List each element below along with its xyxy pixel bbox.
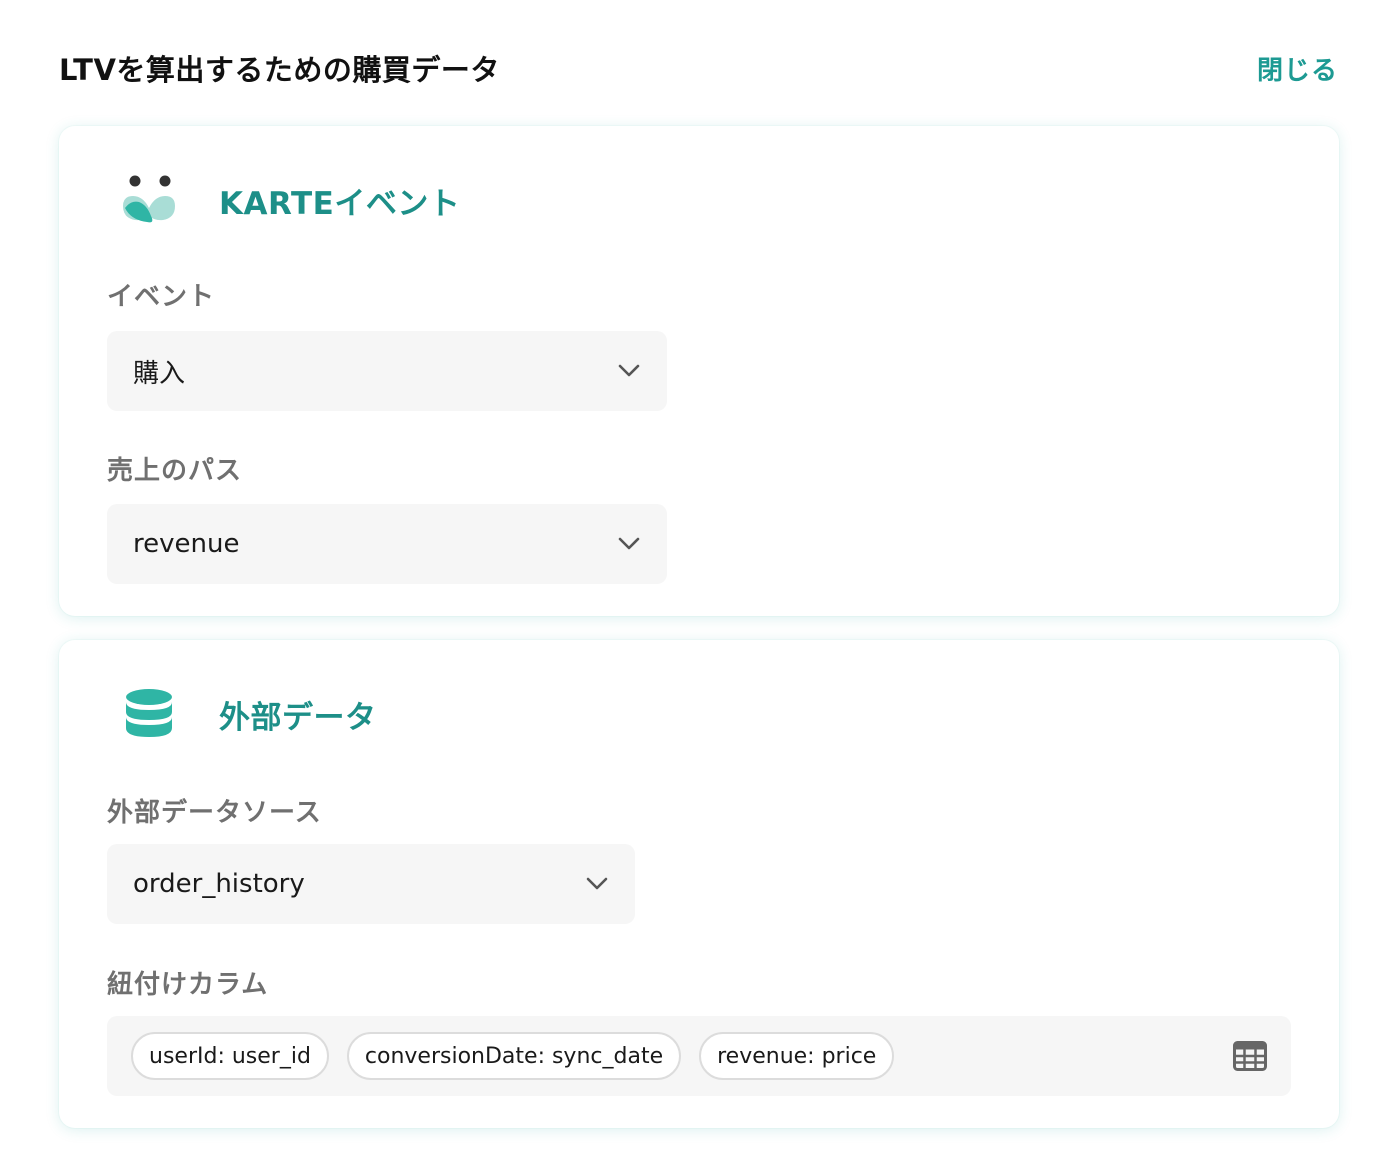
chevron-down-icon [585,872,609,896]
panel-header: LTVを算出するための購買データ 閉じる [59,40,1338,96]
table-icon[interactable] [1233,1041,1267,1071]
revenue-path-select-value: revenue [133,529,240,559]
revenue-path-label: 売上のパス [107,456,243,486]
external-section-title: 外部データ [219,699,377,736]
chevron-down-icon [617,359,641,383]
event-select-value: 購入 [133,358,186,389]
column-chip[interactable]: revenue: price [699,1032,895,1080]
event-label: イベント [107,282,216,312]
close-button[interactable]: 閉じる [1257,50,1338,87]
source-label: 外部データソース [107,798,322,828]
column-chip[interactable]: conversionDate: sync_date [346,1032,682,1080]
revenue-path-select[interactable]: revenue [107,504,667,584]
external-data-card: 外部データ 外部データソース order_history 紐付けカラム user… [59,640,1339,1128]
karte-logo-icon [121,172,177,228]
karte-event-card: KARTEイベント イベント 購入 売上のパス revenue [59,126,1339,616]
event-select[interactable]: 購入 [107,331,667,411]
karte-card-header: KARTEイベント [121,170,460,230]
page-title: LTVを算出するための購買データ [59,53,500,87]
columns-label: 紐付けカラム [107,970,269,1000]
column-chip[interactable]: userId: user_id [131,1032,329,1080]
source-select[interactable]: order_history [107,844,635,924]
join-columns-field[interactable]: userId: user_id conversionDate: sync_dat… [107,1016,1291,1096]
database-icon [121,686,177,742]
chevron-down-icon [617,532,641,556]
karte-section-title: KARTEイベント [219,185,461,222]
external-card-header: 外部データ [121,684,377,744]
source-select-value: order_history [133,869,305,899]
purchase-data-panel: LTVを算出するための購買データ 閉じる KARTEイベント イベント 購入 売… [0,0,1386,1166]
